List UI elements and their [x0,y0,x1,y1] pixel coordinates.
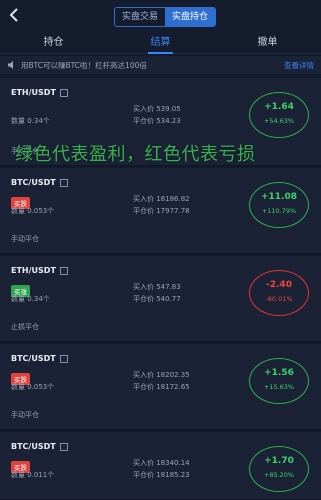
mode-segmented-control: 实盘交易 实盘持仓 [114,7,217,27]
pnl-value: -2.40 [266,280,292,290]
pnl-value: +11.08 [260,192,297,202]
pnl-highlight-circle [249,270,309,316]
close-type: 止损平仓 [11,323,39,331]
tab-positions[interactable]: 持仓 [0,34,107,53]
pnl-highlight-circle [249,92,309,138]
close-type: 手动平仓 [11,235,39,243]
settlement-record-card[interactable]: BTC/USDT 买跌 数量 0.011个 买入价 18340.14 平仓价 18185… [0,432,321,500]
buy-price: 买入价 18186.82 [133,195,190,203]
pnl-percent: +85.20% [263,471,295,479]
pnl-percent: +54.63% [263,117,295,125]
buy-price: 买入价 18202.35 [133,371,190,379]
pair-label: BTC/USDT [11,442,56,451]
close-price: 平仓价 17977.78 [133,207,190,215]
trading-pair: ETH/USDT [11,88,68,97]
close-price: 平仓价 18185.23 [133,471,190,479]
settlement-record-card[interactable]: BTC/USDT 买跌 数量 0.053个 买入价 18202.35 平仓价 18172… [0,344,321,430]
quantity: 数量 0.053个 [11,207,55,215]
settlement-record-card[interactable]: BTC/USDT 买跌 数量 0.053个 买入价 18186.82 平仓价 17977… [0,168,321,254]
pair-label: ETH/USDT [11,88,56,97]
back-arrow-icon[interactable] [6,6,24,24]
buy-price: 买入价 539.05 [133,105,181,113]
quantity: 数量 0.34个 [11,117,50,125]
close-price: 平仓价 18172.65 [133,383,190,391]
notice-text: 用BTC可以赚BTC啦！杠杆高达100倍 [21,60,147,70]
tab-cancelled[interactable]: 撤单 [214,34,321,53]
trading-pair: ETH/USDT [11,266,68,275]
checkbox-icon [59,88,68,97]
pnl-value: +1.70 [264,456,294,466]
checkbox-icon [59,178,68,187]
segment-live-trade[interactable]: 实盘交易 [115,8,165,26]
checkbox-icon [59,266,68,275]
quantity: 数量 0.053个 [11,383,55,391]
trading-pair: BTC/USDT [11,178,68,187]
close-price: 平仓价 534.23 [133,117,181,125]
trading-pair: BTC/USDT [11,442,68,451]
pnl-percent: +110.79% [261,207,297,215]
pnl-highlight-circle [249,358,309,404]
annotation-overlay: 绿色代表盈利，红色代表亏损 [15,144,256,165]
tab-bar: 持仓 结算 撤单 [0,34,321,54]
checkbox-icon [59,354,68,363]
pnl-highlight-circle [249,446,309,492]
view-details-link[interactable]: 查看详情 [284,60,314,71]
pnl-highlight-circle [249,182,309,228]
settlement-record-card[interactable]: ETH/USDT 买涨 数量 0.34个 买入价 547.83 平仓价 540.77 -2… [0,256,321,342]
pair-label: ETH/USDT [11,266,56,275]
checkbox-icon [59,442,68,451]
notice-bar: 用BTC可以赚BTC啦！杠杆高达100倍 查看详情 [0,56,321,74]
tab-settlement[interactable]: 结算 [107,34,214,54]
pnl-percent: -80.01% [265,295,293,303]
quantity: 数量 0.34个 [11,295,50,303]
quantity: 数量 0.011个 [11,471,55,479]
pnl-percent: +15.63% [263,383,295,391]
buy-price: 买入价 18340.14 [133,459,190,467]
pair-label: BTC/USDT [11,178,56,187]
trading-pair: BTC/USDT [11,354,68,363]
segment-live-positions[interactable]: 实盘持仓 [165,8,216,26]
top-bar: 实盘交易 实盘持仓 [0,0,321,34]
pnl-value: +1.64 [264,102,294,112]
pair-label: BTC/USDT [11,354,56,363]
buy-price: 买入价 547.83 [133,283,181,291]
pnl-value: +1.56 [264,368,294,378]
speaker-icon [8,61,13,69]
close-type: 手动平仓 [11,411,39,419]
close-price: 平仓价 540.77 [133,295,181,303]
